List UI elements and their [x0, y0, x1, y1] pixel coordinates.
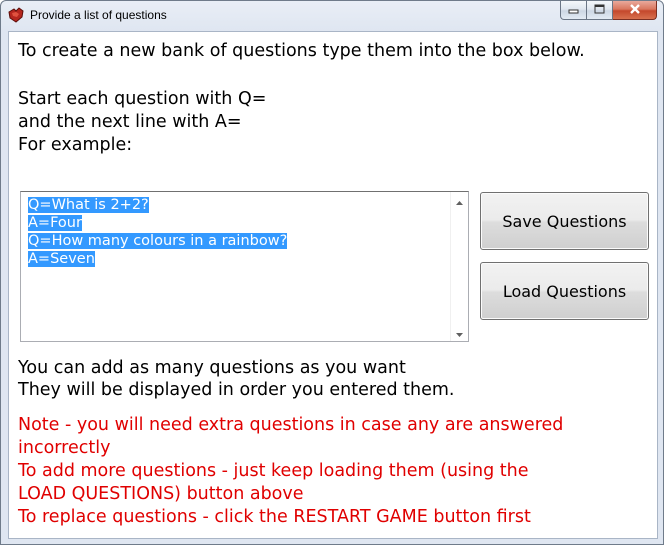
info-unlimited-questions: You can add as many questions as you wan…	[18, 358, 406, 378]
app-icon[interactable]	[7, 7, 25, 23]
maximize-icon	[594, 1, 605, 19]
scroll-up-button[interactable]	[451, 192, 468, 209]
note-replace-questions: To replace questions - click the RESTART…	[18, 507, 531, 527]
questions-text: Q=What is 2+2? A=Four Q=How many colours…	[28, 196, 288, 268]
vertical-scrollbar[interactable]	[450, 192, 468, 341]
instruction-q-prefix: Start each question with Q=	[18, 89, 267, 109]
question-line: Q=How many colours in a rainbow?	[28, 233, 288, 249]
scroll-up-icon	[456, 192, 463, 210]
close-button[interactable]	[613, 1, 657, 20]
instruction-a-prefix: and the next line with A=	[18, 112, 242, 132]
question-line: Q=What is 2+2?	[28, 197, 149, 213]
answer-line: A=Seven	[28, 251, 95, 267]
note-add-more-cont: LOAD QUESTIONS) button above	[18, 484, 304, 504]
note-add-more: To add more questions - just keep loadin…	[18, 461, 529, 481]
instruction-example-label: For example:	[18, 135, 133, 155]
save-questions-button[interactable]: Save Questions	[480, 192, 649, 250]
window-title: Provide a list of questions	[30, 8, 167, 22]
answer-line: A=Four	[28, 215, 82, 231]
load-questions-button[interactable]: Load Questions	[480, 262, 649, 320]
caption-buttons	[560, 1, 657, 21]
scroll-down-button[interactable]	[451, 324, 468, 341]
dialog-window: Provide a list of questions To create a …	[0, 0, 664, 545]
info-display-order: They will be displayed in order you ente…	[18, 380, 455, 400]
scroll-down-icon	[456, 324, 463, 342]
maximize-button[interactable]	[587, 1, 613, 20]
title-bar[interactable]: Provide a list of questions	[1, 1, 663, 31]
questions-textarea[interactable]: Q=What is 2+2? A=Four Q=How many colours…	[20, 191, 469, 342]
close-icon	[629, 1, 641, 19]
dialog-content: To create a new bank of questions type t…	[8, 31, 658, 539]
note-extra-questions: Note - you will need extra questions in …	[18, 415, 564, 435]
instruction-heading: To create a new bank of questions type t…	[18, 41, 585, 61]
note-extra-questions-cont: incorrectly	[18, 438, 111, 458]
minimize-icon	[568, 1, 579, 19]
minimize-button[interactable]	[560, 1, 587, 20]
